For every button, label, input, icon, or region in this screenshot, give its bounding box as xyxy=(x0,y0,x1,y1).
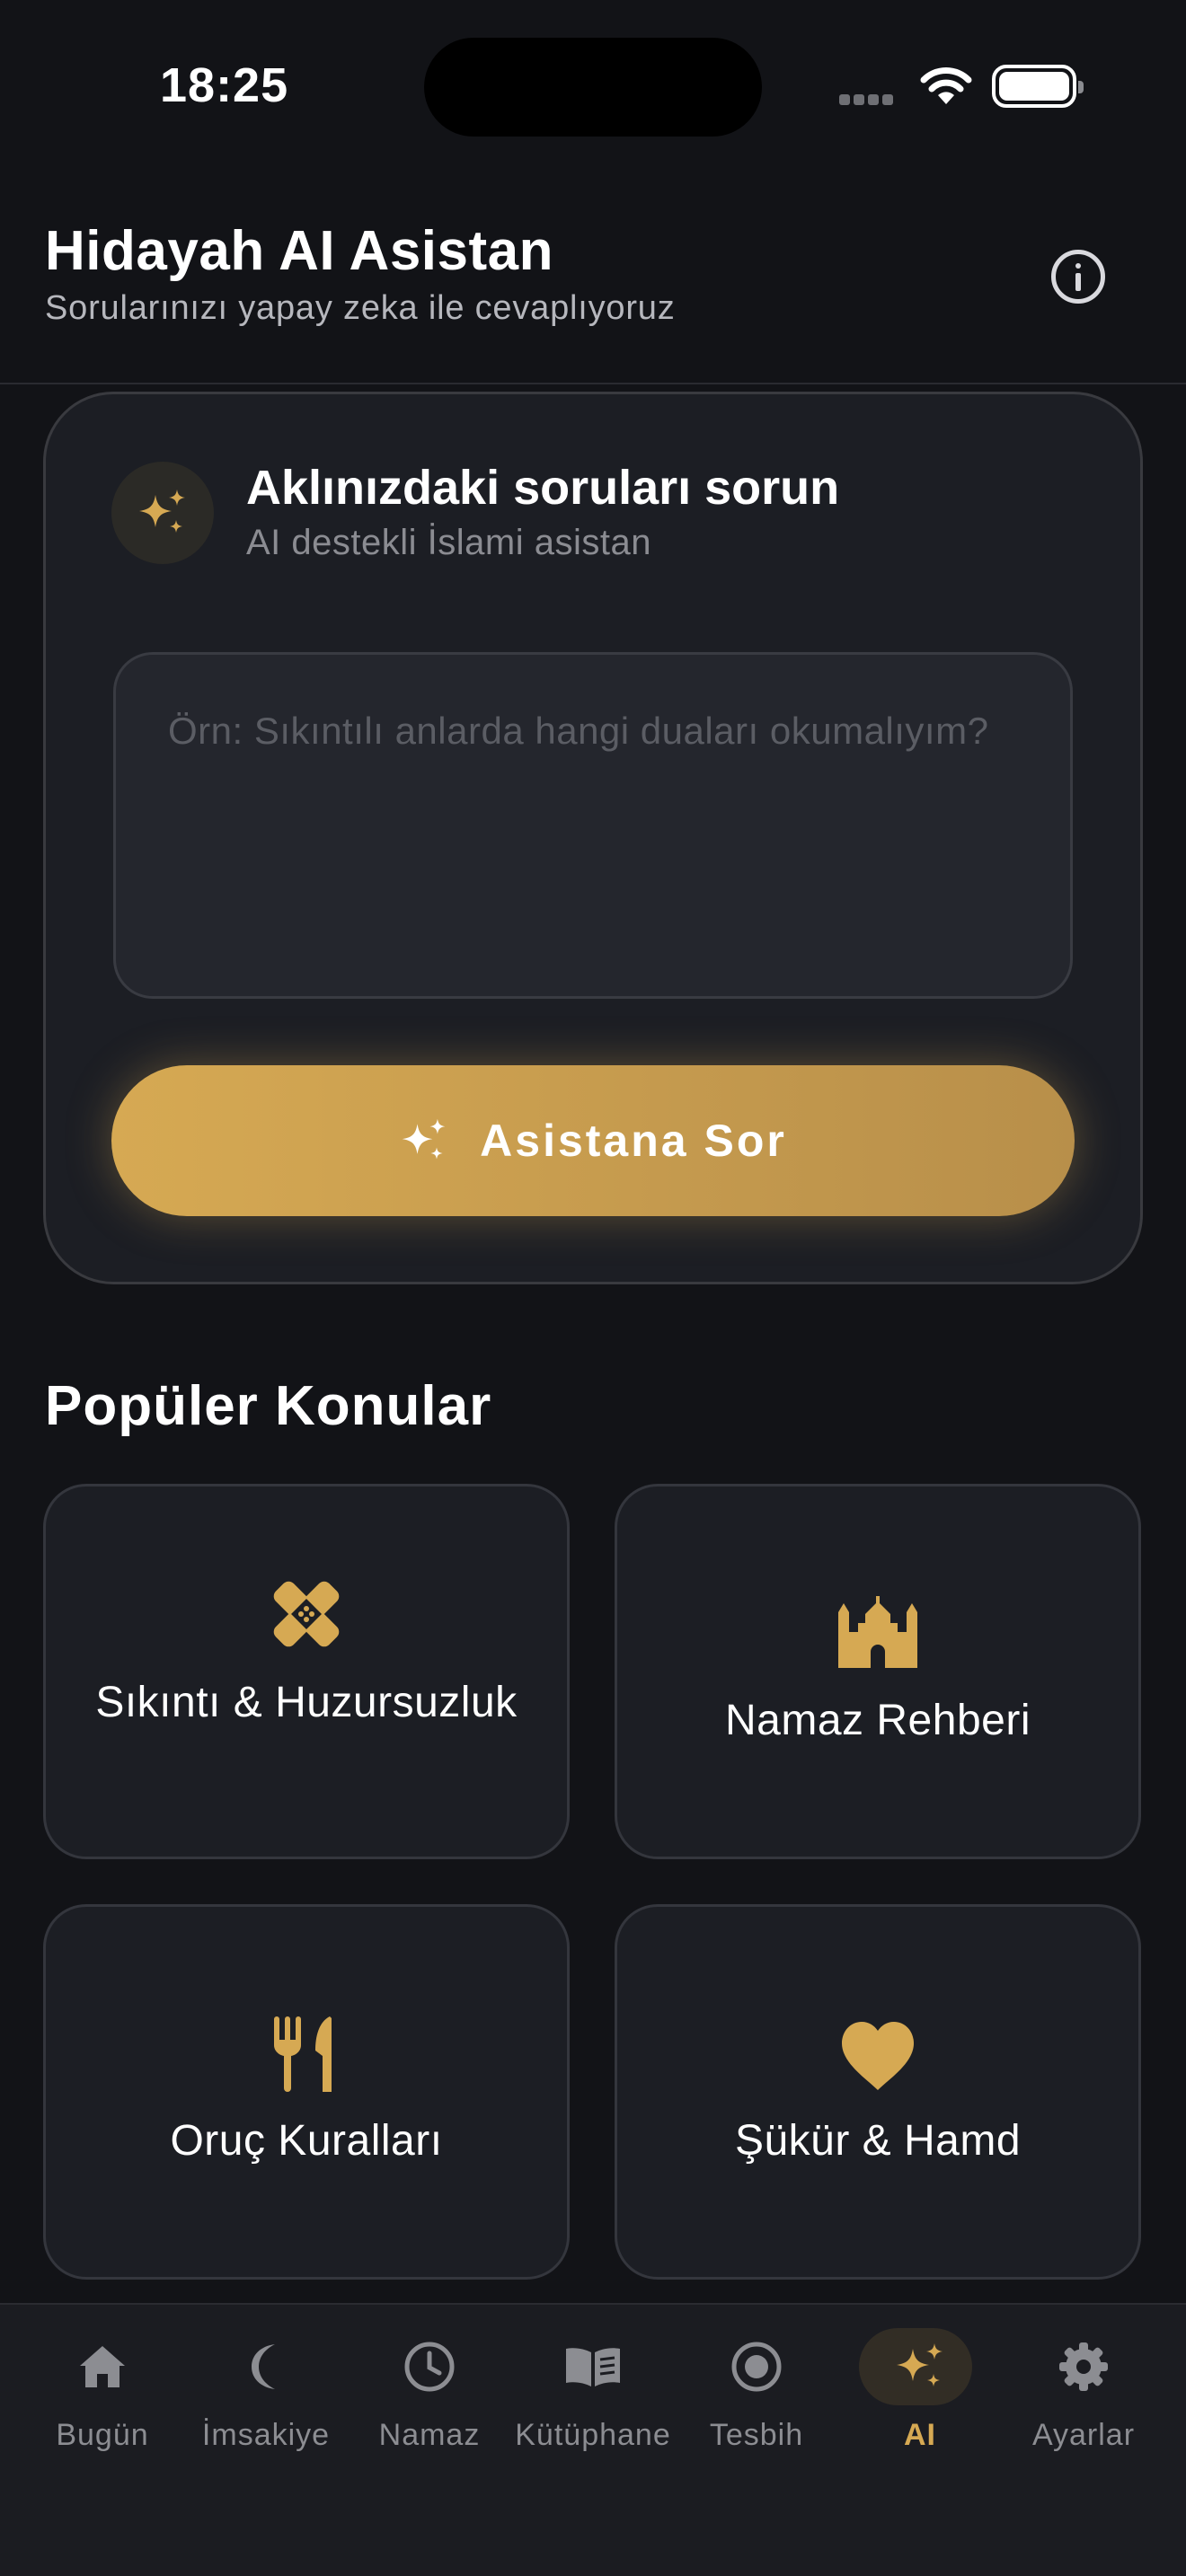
tab-label: Ayarlar xyxy=(1031,2418,1136,2452)
topic-label: Şükür & Hamd xyxy=(734,2117,1022,2165)
ask-card-badge xyxy=(111,462,214,564)
clock-icon xyxy=(404,2342,455,2392)
bandage-icon xyxy=(273,1581,340,1647)
page-title: Hidayah AI Asistan xyxy=(45,220,554,282)
utensils-icon xyxy=(274,2016,332,2092)
ask-button-label: Asistana Sor xyxy=(480,1116,787,1166)
topic-label: Sıkıntı & Huzursuzluk xyxy=(95,1679,518,1726)
popular-topics-title: Popüler Konular xyxy=(45,1375,492,1437)
status-bar: 18:25 xyxy=(0,0,1186,180)
ask-card-title: Aklınızdaki soruları sorun xyxy=(246,461,840,515)
page-subtitle: Sorularınızı yapay zeka ile cevaplıyoruz xyxy=(45,289,676,327)
topic-card-distress[interactable]: Sıkıntı & Huzursuzluk xyxy=(43,1484,570,1859)
tab-today[interactable]: Bugün xyxy=(22,2326,183,2479)
sparkles-icon xyxy=(139,490,185,533)
tab-library[interactable]: Kütüphane xyxy=(512,2326,674,2479)
tab-prayer[interactable]: Namaz xyxy=(349,2326,510,2479)
tab-tesbih[interactable]: Tesbih xyxy=(676,2326,837,2479)
sparkles-icon xyxy=(897,2343,943,2386)
topic-card-gratitude[interactable]: Şükür & Hamd xyxy=(615,1904,1141,2280)
topic-label: Oruç Kuralları xyxy=(170,2117,443,2165)
tab-imsakiye[interactable]: İmsakiye xyxy=(185,2326,347,2479)
sparkles-icon xyxy=(402,1118,446,1160)
question-input-container xyxy=(113,652,1073,999)
header-divider xyxy=(0,383,1186,384)
ask-card-subtitle: AI destekli İslami asistan xyxy=(246,523,651,562)
wifi-icon xyxy=(920,67,972,104)
heart-icon xyxy=(842,2022,914,2090)
mosque-icon xyxy=(838,1596,917,1668)
topic-card-fasting-rules[interactable]: Oruç Kuralları xyxy=(43,1904,570,2280)
ask-assistant-button[interactable]: Asistana Sor xyxy=(111,1065,1075,1216)
tab-settings[interactable]: Ayarlar xyxy=(1003,2326,1164,2479)
moon-icon xyxy=(252,2344,275,2389)
battery-icon xyxy=(992,65,1084,108)
tab-ai[interactable]: AI xyxy=(839,2326,1001,2479)
dynamic-island xyxy=(424,38,762,137)
gear-icon xyxy=(1059,2342,1108,2391)
cellular-signal-icon xyxy=(839,93,897,110)
info-circle-icon[interactable] xyxy=(1051,250,1105,304)
home-icon xyxy=(80,2346,125,2387)
question-input[interactable] xyxy=(116,655,1070,996)
book-icon xyxy=(566,2348,620,2386)
status-time: 18:25 xyxy=(160,58,289,112)
topic-card-prayer-guide[interactable]: Namaz Rehberi xyxy=(615,1484,1141,1859)
target-icon xyxy=(731,2342,782,2392)
topic-label: Namaz Rehberi xyxy=(725,1697,1031,1744)
